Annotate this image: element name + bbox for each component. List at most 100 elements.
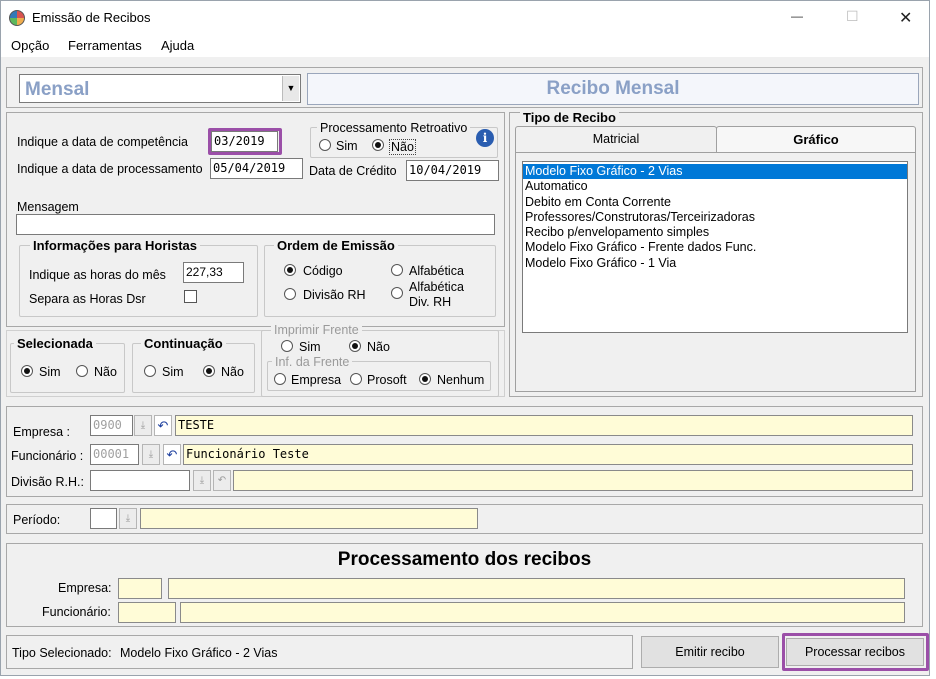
funcionario-code-input[interactable]: 00001 (90, 444, 139, 465)
imprimir-sim-label: Sim (299, 340, 321, 354)
continuacao-nao-label: Não (221, 365, 244, 379)
selecionada-nao-radio[interactable] (76, 365, 88, 377)
proc-empresa-label: Empresa: (58, 581, 112, 595)
status-value: Modelo Fixo Gráfico - 2 Vias (120, 646, 278, 660)
chevron-down-icon[interactable]: ▼ (282, 76, 299, 101)
maximize-icon[interactable]: ☐ (846, 8, 859, 25)
continuacao-sim-label: Sim (162, 365, 184, 379)
mensagem-label: Mensagem (17, 200, 79, 214)
proc-empresa-code (118, 578, 162, 599)
competencia-input[interactable]: 03/2019 (211, 131, 278, 152)
main-window: Emissão de Recibos — ☐ ✕ Opção Ferrament… (0, 0, 930, 676)
recibo-type-item[interactable]: Modelo Fixo Gráfico - 2 Vias (523, 164, 907, 180)
close-icon[interactable]: ✕ (899, 8, 912, 28)
info-icon[interactable]: i (476, 129, 494, 147)
inf-prosoft-radio[interactable] (350, 373, 362, 385)
horistas-title: Informações para Horistas (30, 239, 201, 253)
recibo-type-item[interactable]: Debito em Conta Corrente (523, 195, 907, 210)
credito-input[interactable]: 10/04/2019 (406, 160, 499, 181)
continuacao-sim-radio[interactable] (144, 365, 156, 377)
ordem-alfa-div-label-2: Div. RH (409, 295, 452, 309)
empresa-undo-icon[interactable]: ↶ (154, 415, 172, 436)
app-icon (9, 10, 25, 26)
funcionario-label: Funcionário : (11, 449, 84, 463)
dsr-checkbox[interactable] (184, 290, 197, 303)
recibo-banner: Recibo Mensal (307, 73, 919, 105)
funcionario-name-input[interactable]: Funcionário Teste (183, 444, 913, 465)
ordem-alfa-div-label-1: Alfabética (409, 280, 464, 294)
processamento-input[interactable]: 05/04/2019 (210, 158, 303, 179)
funcionario-download-icon[interactable]: ⤓ (142, 444, 160, 465)
menu-ferramentas[interactable]: Ferramentas (68, 38, 142, 53)
horas-input[interactable]: 227,33 (183, 262, 244, 283)
divisao-undo-icon[interactable]: ↶ (213, 470, 231, 491)
continuacao-title: Continuação (141, 337, 226, 351)
recibo-type-item[interactable]: Modelo Fixo Gráfico - Frente dados Func. (523, 240, 907, 255)
emitir-recibo-button[interactable]: Emitir recibo (641, 636, 779, 668)
credito-label: Data de Crédito (309, 164, 397, 178)
minimize-icon[interactable]: — (791, 9, 803, 23)
selecionada-sim-label: Sim (39, 365, 61, 379)
divisao-code-input[interactable] (90, 470, 190, 491)
imprimir-nao-radio[interactable] (349, 340, 361, 352)
periodo-code-input[interactable] (90, 508, 117, 529)
empresa-download-icon[interactable]: ⤓ (134, 415, 152, 436)
tipo-recibo-title: Tipo de Recibo (520, 111, 619, 125)
inf-empresa-radio[interactable] (274, 373, 286, 385)
retroativo-title: Processamento Retroativo (317, 121, 471, 135)
ordem-alfabetica-label: Alfabética (409, 264, 464, 278)
periodo-download-icon[interactable]: ⤓ (119, 508, 137, 529)
inf-nenhum-label: Nenhum (437, 373, 485, 387)
menu-ajuda[interactable]: Ajuda (161, 38, 194, 53)
divisao-download-icon[interactable]: ⤓ (193, 470, 211, 491)
imprimir-sim-radio[interactable] (281, 340, 293, 352)
menu-opcao[interactable]: Opção (11, 38, 49, 53)
tab-matricial[interactable]: Matricial (515, 126, 717, 152)
competencia-label: Indique a data de competência (17, 135, 188, 149)
ordem-alfa-div-radio[interactable] (391, 287, 403, 299)
tab-grafico[interactable]: Gráfico (716, 126, 916, 154)
recibo-type-item[interactable]: Automatico (523, 179, 907, 194)
continuacao-nao-radio[interactable] (203, 365, 215, 377)
mensagem-input[interactable] (16, 214, 495, 235)
tab-matricial-label: Matricial (592, 132, 640, 146)
horas-label: Indique as horas do mês (29, 268, 166, 282)
empresa-code-input[interactable]: 0900 (90, 415, 133, 436)
proc-funcionario-label: Funcionário: (42, 605, 111, 619)
retroativo-sim-label: Sim (336, 139, 358, 153)
recibo-type-item[interactable]: Recibo p/envelopamento simples (523, 225, 907, 240)
selecionada-nao-label: Não (94, 365, 117, 379)
divisao-label: Divisão R.H.: (11, 475, 84, 489)
recibo-type-item[interactable]: Professores/Construtoras/Terceirizadoras (523, 210, 907, 225)
inf-prosoft-label: Prosoft (367, 373, 407, 387)
retroativo-nao-radio[interactable] (372, 139, 384, 151)
dsr-label: Separa as Horas Dsr (29, 292, 146, 306)
proc-funcionario-name (180, 602, 905, 623)
proc-empresa-name (168, 578, 905, 599)
ordem-codigo-label: Código (303, 264, 343, 278)
title-bar: Emissão de Recibos — ☐ ✕ (1, 1, 929, 35)
selecionada-sim-radio[interactable] (21, 365, 33, 377)
inf-nenhum-radio[interactable] (419, 373, 431, 385)
empresa-label: Empresa : (13, 425, 70, 439)
processar-recibos-button[interactable]: Processar recibos (786, 638, 924, 666)
recibo-banner-text: Recibo Mensal (546, 78, 680, 99)
inf-empresa-label: Empresa (291, 373, 342, 387)
periodo-value-input[interactable] (140, 508, 478, 529)
recibo-type-list[interactable]: Modelo Fixo Gráfico - 2 Vias Automatico De… (522, 161, 908, 333)
ordem-alfabetica-radio[interactable] (391, 264, 403, 276)
ordem-divisao-label: Divisão RH (303, 288, 366, 302)
imprimir-nao-label: Não (367, 340, 390, 354)
inf-frente-title: Inf. da Frente (272, 355, 353, 369)
empresa-name-input[interactable]: TESTE (175, 415, 913, 436)
periodo-label: Período: (13, 513, 61, 527)
processamento-title: Processamento dos recibos (337, 549, 592, 570)
funcionario-undo-icon[interactable]: ↶ (163, 444, 181, 465)
ordem-codigo-radio[interactable] (284, 264, 296, 276)
recibo-type-item[interactable]: Modelo Fixo Gráfico - 1 Via (523, 256, 907, 271)
tab-grafico-label: Gráfico (793, 132, 839, 147)
type-combo[interactable]: Mensal ▼ (19, 74, 301, 103)
divisao-name-input[interactable] (233, 470, 913, 491)
retroativo-sim-radio[interactable] (319, 139, 331, 151)
ordem-divisao-radio[interactable] (284, 288, 296, 300)
